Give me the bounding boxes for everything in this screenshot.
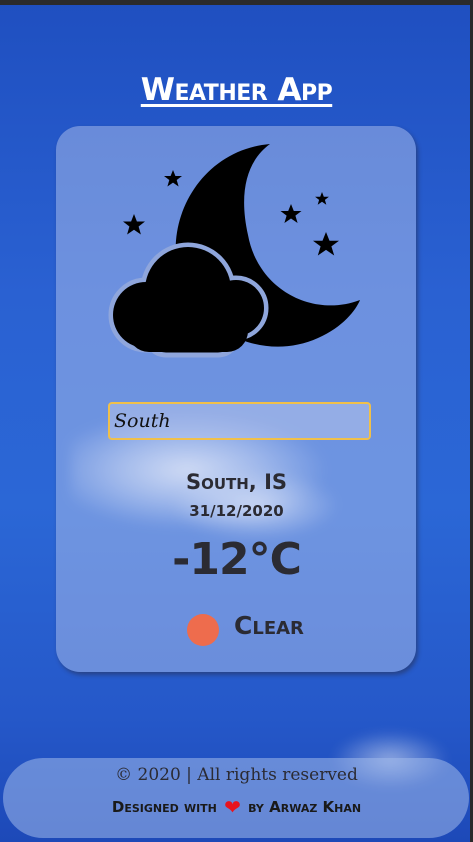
star-icon	[315, 192, 329, 205]
credit-prefix: Designed with	[111, 798, 217, 816]
page-title: Weather App	[140, 72, 333, 108]
star-icon	[313, 232, 339, 256]
star-icon	[123, 214, 145, 235]
condition-status-dot	[187, 614, 219, 646]
heart-icon: ❤	[224, 795, 241, 819]
star-icon	[164, 170, 182, 187]
designer-credit: Designed with ❤ by Arwaz Khan	[0, 795, 473, 819]
date-label: 31/12/2020	[189, 502, 284, 520]
copyright-text: © 2020 | All rights reserved	[115, 765, 358, 785]
star-icon	[280, 204, 302, 223]
condition-label: Clear	[234, 611, 304, 640]
credit-author: Arwaz Khan	[269, 798, 362, 816]
moon-cloud-stars-icon	[108, 144, 360, 358]
city-search-input[interactable]	[108, 402, 371, 440]
location-label: South, IS	[185, 470, 288, 494]
window-top-bar	[0, 0, 473, 5]
temperature-value: -12°C	[172, 534, 302, 585]
credit-by: by	[248, 798, 264, 816]
